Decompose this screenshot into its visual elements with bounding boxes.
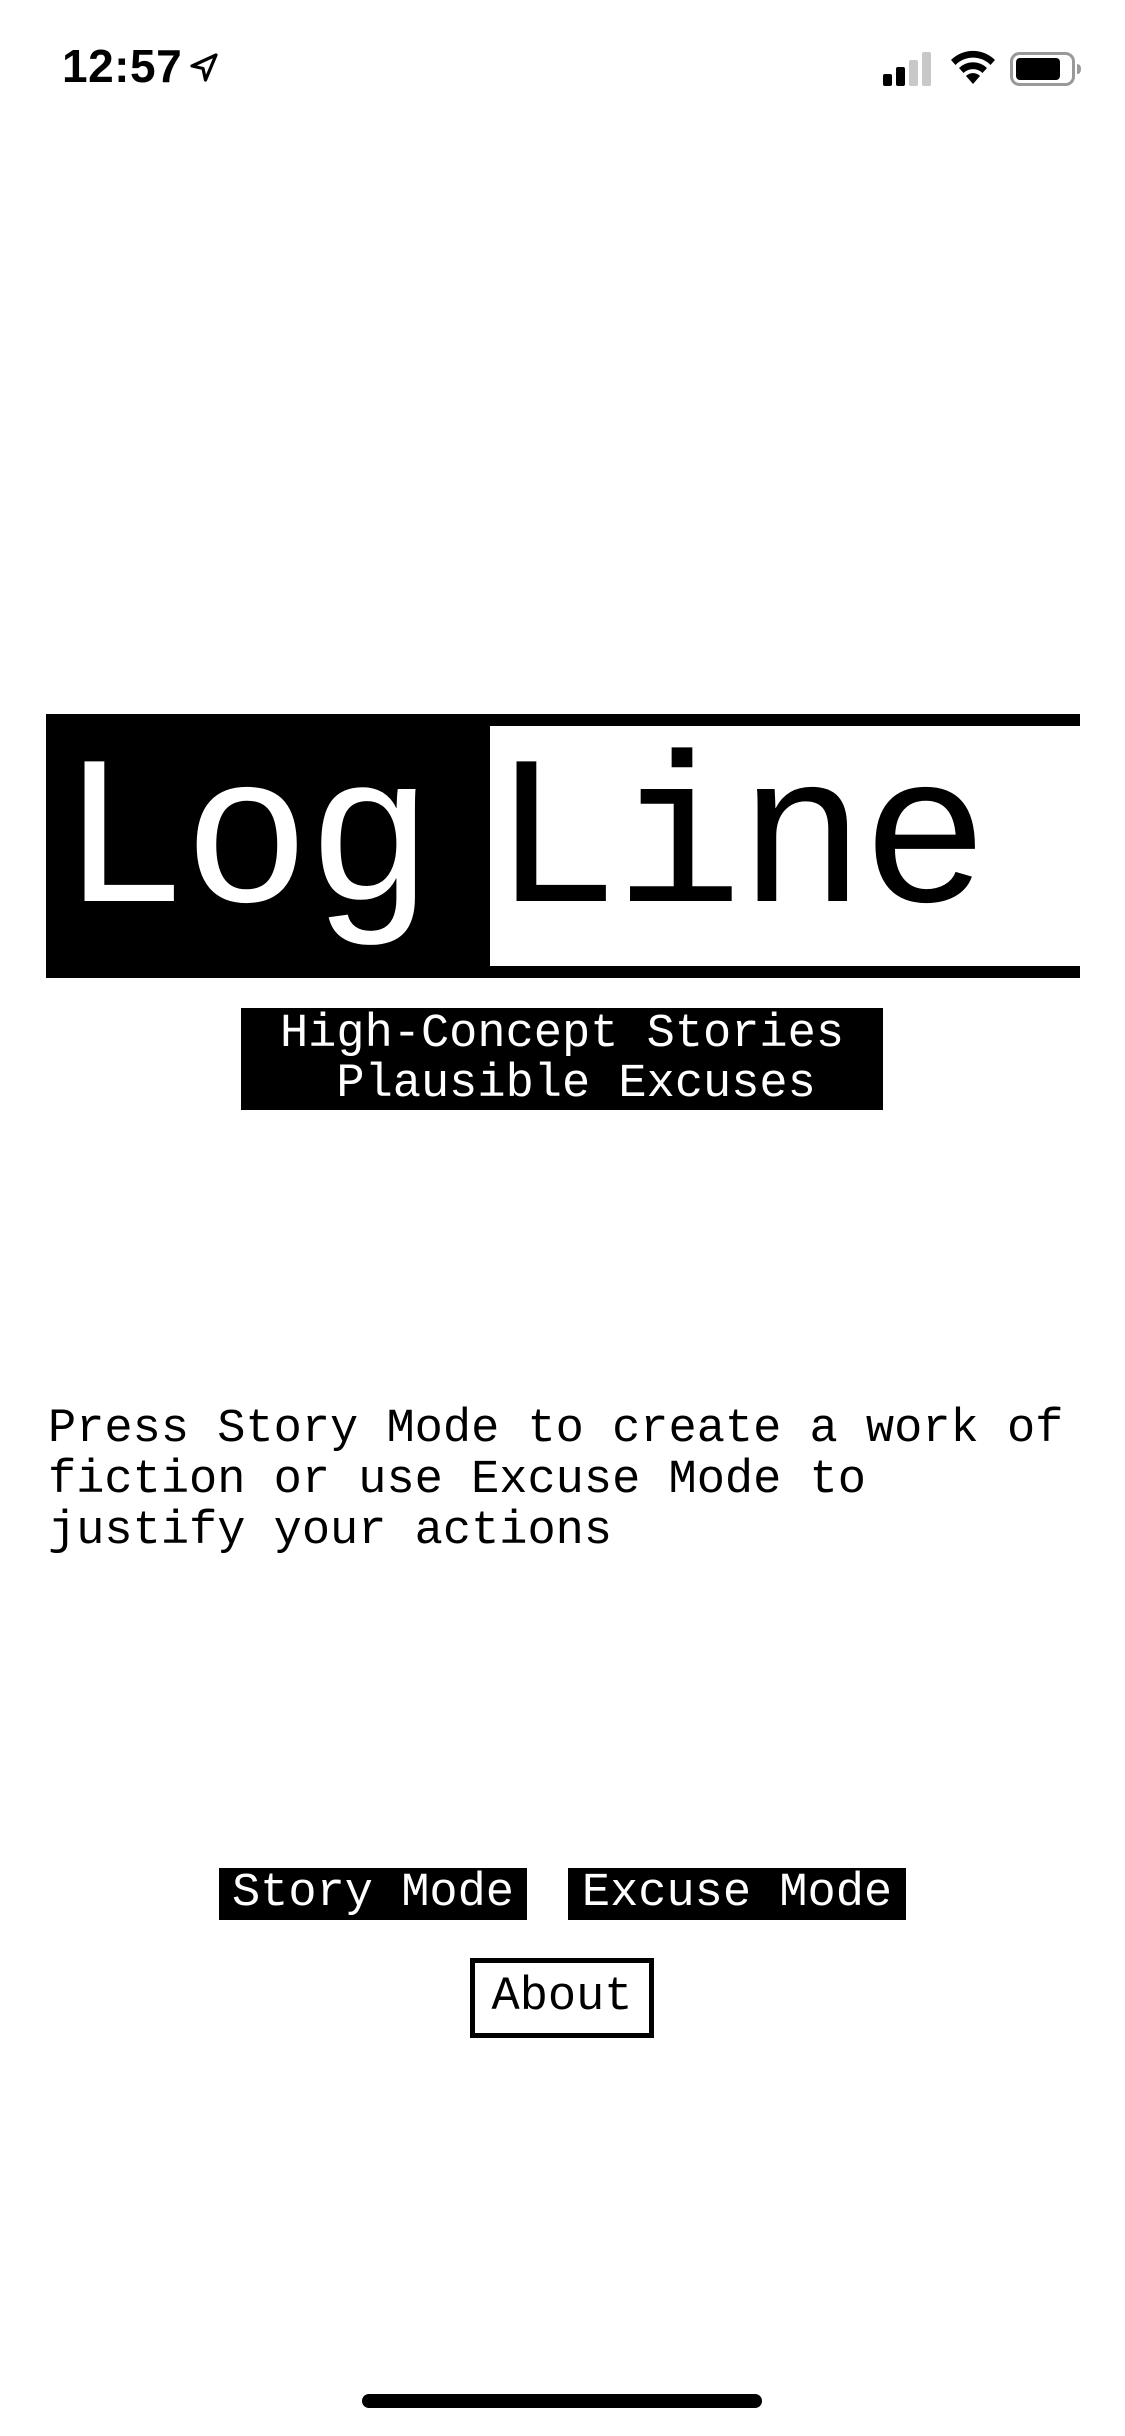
- home-indicator[interactable]: [362, 2394, 762, 2408]
- excuse-mode-button[interactable]: Excuse Mode: [568, 1868, 906, 1920]
- tagline-line-2: Plausible Excuses: [308, 1058, 816, 1111]
- instructions-text: Press Story Mode to create a work of fic…: [48, 1403, 1064, 1558]
- tagline: High-Concept Stories Plausible Excuses: [241, 1008, 883, 1110]
- cellular-signal-icon: [883, 52, 935, 86]
- logo-text-line: Line: [492, 725, 989, 965]
- about-button[interactable]: About: [470, 1958, 654, 2038]
- location-arrow-icon: [188, 52, 220, 84]
- logo-line-box: Line: [490, 725, 1118, 966]
- story-mode-button[interactable]: Story Mode: [219, 1868, 527, 1920]
- status-bar: 12:57: [0, 0, 1125, 132]
- battery-icon: [1010, 52, 1082, 86]
- logo: Log Line: [46, 714, 1118, 978]
- wifi-icon: [950, 50, 996, 86]
- status-time: 12:57: [62, 40, 183, 92]
- logo-text-log: Log: [60, 725, 434, 965]
- tagline-line-1: High-Concept Stories: [279, 1008, 845, 1061]
